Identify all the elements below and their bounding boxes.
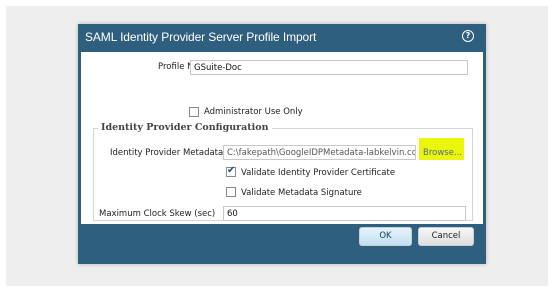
profile-name-input[interactable]: GSuite-Doc [190,60,468,75]
checkmark-icon: ✔ [227,165,236,176]
saml-import-dialog: SAML Identity Provider Server Profile Im… [78,24,486,264]
dialog-content: Profile Name GSuite-Doc Administrator Us… [81,52,483,224]
idp-config-legend: Identity Provider Configuration [98,122,272,133]
validate-cert-checkbox[interactable]: ✔ [226,165,236,177]
admin-use-only-checkbox[interactable] [189,107,199,117]
validate-cert-label: Validate Identity Provider Certificate [241,168,396,178]
ok-button[interactable]: OK [359,227,412,246]
idp-metadata-label: Identity Provider Metadata [110,148,224,158]
cancel-button[interactable]: Cancel [418,227,474,246]
validate-signature-label: Validate Metadata Signature [241,188,362,198]
validate-signature-checkbox[interactable] [226,187,236,197]
dialog-titlebar: SAML Identity Provider Server Profile Im… [78,24,486,51]
help-icon[interactable]: ? [462,30,474,42]
browse-button[interactable]: Browse... [423,148,462,158]
clock-skew-input[interactable]: 60 [223,206,466,221]
admin-use-only-label: Administrator Use Only [204,107,303,117]
dialog-footer: OK Cancel [78,224,486,264]
idp-metadata-input[interactable]: C:\fakepath\GoogleIDPMetadata-labkelvin.… [223,145,416,160]
dialog-title: SAML Identity Provider Server Profile Im… [85,30,317,44]
clock-skew-label: Maximum Clock Skew (sec) [99,209,216,219]
